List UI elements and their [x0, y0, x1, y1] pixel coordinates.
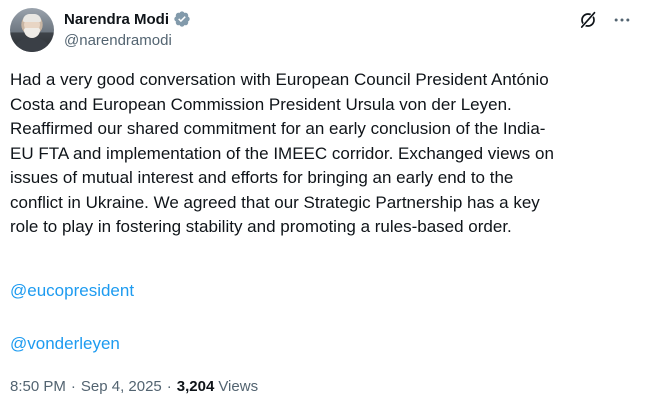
author-display-name[interactable]: Narendra Modi — [64, 11, 169, 28]
mention-link-vonderleyen[interactable]: @vonderleyen — [10, 334, 120, 354]
mention-link-eucopresident[interactable]: @eucopresident — [10, 281, 134, 301]
more-options-icon[interactable] — [612, 10, 632, 30]
avatar-body — [14, 38, 50, 52]
tweet-text: Had a very good conversation with Europe… — [10, 70, 554, 236]
avatar-beard — [24, 28, 40, 38]
verified-badge-icon — [174, 11, 190, 27]
views-count: 3,204 — [176, 378, 215, 395]
meta-separator: · — [70, 378, 76, 395]
avatar-hair — [23, 14, 41, 22]
name-row: Narendra Modi — [64, 9, 191, 29]
avatar[interactable] — [10, 8, 54, 52]
tweet-date[interactable]: Sep 4, 2025 — [81, 378, 162, 395]
author-handle[interactable]: @narendramodi — [64, 32, 191, 49]
views-label: Views — [218, 378, 259, 395]
tweet-meta: 8:50 PM · Sep 4, 2025 · 3,204 Views — [10, 378, 258, 395]
meta-separator: · — [166, 378, 172, 395]
tweet-header: Narendra Modi @narendramodi — [10, 7, 636, 53]
tweet-time[interactable]: 8:50 PM — [10, 378, 66, 395]
grok-icon[interactable] — [578, 10, 598, 30]
author-info: Narendra Modi @narendramodi — [64, 9, 191, 49]
tweet-card: Narendra Modi @narendramodi Had a very g… — [0, 0, 646, 409]
